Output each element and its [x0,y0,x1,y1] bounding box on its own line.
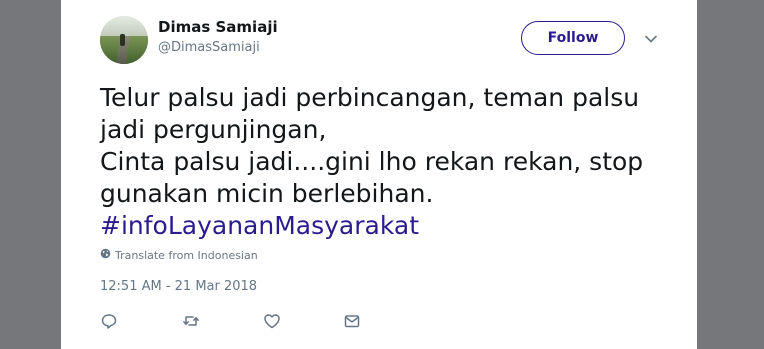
tweet-text-line: jadi pergunjingan, [100,115,327,144]
author-display-name[interactable]: Dimas Samiaji [158,18,278,36]
tweet-text: Telur palsu jadi perbincangan, teman pal… [100,82,660,242]
avatar-person [120,34,125,46]
tweet-text-line: gunakan micin berlebihan. [100,179,434,208]
hashtag-link[interactable]: #infoLayananMasyarakat [100,210,660,242]
author-handle[interactable]: @DimasSamiaji [158,40,260,55]
reply-icon[interactable] [100,312,120,332]
retweet-icon[interactable] [182,312,202,332]
translate-label: Translate from Indonesian [115,248,258,262]
follow-button[interactable]: Follow [521,21,625,55]
avatar-sky [100,16,148,36]
heart-icon[interactable] [263,312,283,332]
translate-link[interactable]: Translate from Indonesian [100,248,258,262]
chevron-down-icon[interactable] [644,31,658,45]
tweet-text-line: Telur palsu jadi perbincangan, teman pal… [100,83,640,112]
envelope-icon[interactable] [343,312,363,332]
tweet-text-line: Cinta palsu jadi....gini lho rekan rekan… [100,147,644,176]
globe-icon [100,248,111,262]
tweet-timestamp[interactable]: 12:51 AM - 21 Mar 2018 [100,279,257,294]
tweet-card: Dimas Samiaji @DimasSamiaji Follow Telur… [61,0,697,349]
avatar[interactable] [100,16,148,64]
